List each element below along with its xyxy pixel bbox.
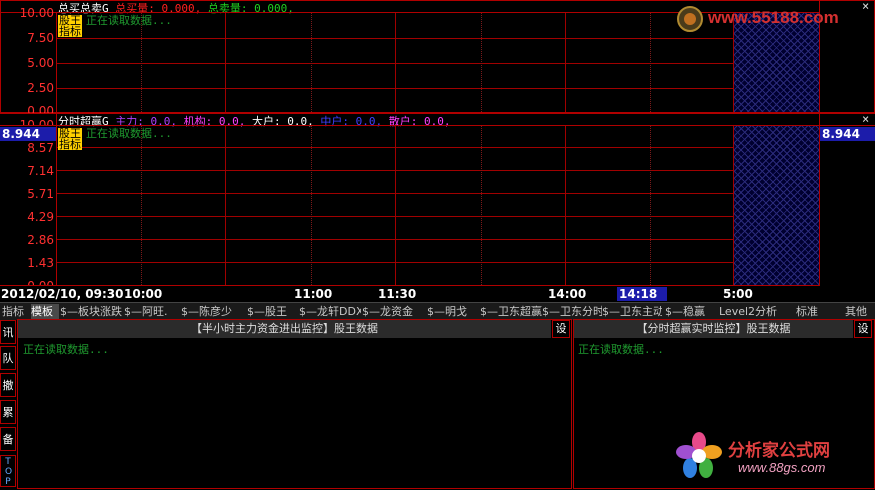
tab-sector[interactable]: $—板块涨跌 [60, 304, 122, 319]
side-button-news[interactable]: 讯 [0, 320, 16, 344]
tab-awang[interactable]: $—阿旺. [124, 304, 178, 319]
mid-price-right: 8.944 [820, 127, 875, 141]
tag-line: 指标 [59, 138, 81, 151]
tab-other[interactable]: 其他 [845, 304, 873, 319]
tab-weidong-active[interactable]: $—卫东主动 [602, 304, 662, 319]
time-tick: 11:00 [294, 287, 333, 301]
mid-panel-close-icon[interactable]: × [862, 112, 869, 126]
site-name-88gs: 分析家公式网 [728, 441, 830, 461]
globe-icon [677, 6, 703, 32]
tag-line: 指标 [59, 25, 81, 38]
metric-mid-holder: 中户: 0.0, [320, 115, 383, 128]
tab-weidong-super[interactable]: $—卫东超赢 [480, 304, 542, 319]
tab-wenying[interactable]: $—稳赢 [665, 304, 715, 319]
site-logo-88gs: 分析家公式网 www.88gs.com [676, 432, 871, 480]
time-tick: 10:00 [124, 287, 163, 301]
mid-y-label: 7.14 [27, 164, 54, 178]
top-y-label: 2.50 [27, 81, 54, 95]
right-bottom-settings-button[interactable]: 设 [854, 320, 872, 338]
tab-longxuan-ddx[interactable]: $—龙轩DDX [299, 304, 361, 319]
left-bottom-title: 【半小时主力资金进出监控】股王数据 [18, 320, 551, 338]
metric-big-holder: 大户: 0.0, [252, 115, 314, 128]
site-logo-55188: www.55188.com [676, 5, 866, 33]
mid-y-label: 1.43 [27, 256, 54, 270]
side-button-cumulative[interactable]: 累 [0, 400, 16, 424]
indicator-tab-bar: 指标 模板 $—板块涨跌 $—阿旺. $—陈彦少 $—股王 $—龙轩DDX $—… [0, 302, 875, 320]
tab-level2[interactable]: Level2分析 [719, 304, 783, 319]
site-url-55188: www.55188.com [708, 8, 839, 27]
top-panel-close-icon[interactable]: × [862, 0, 869, 13]
time-tick: 14:00 [548, 287, 587, 301]
mid-y-label: 8.57 [27, 141, 54, 155]
tab-template[interactable]: 模板 [31, 304, 59, 319]
time-axis-date: 2012/02/10, 09:30 [1, 287, 124, 301]
tab-weidong-intraday[interactable]: $—卫东分时 [542, 304, 602, 319]
side-button-backup[interactable]: 备 [0, 427, 16, 451]
time-tick: 11:30 [378, 287, 417, 301]
right-bottom-loading: 正在读取数据... [578, 343, 664, 356]
right-bottom-title: 【分时超赢实时监控】股王数据 [574, 320, 853, 338]
top-y-label: 7.50 [27, 31, 54, 45]
mid-y-label: 4.29 [27, 210, 54, 224]
mid-loading-text: 正在读取数据... [86, 127, 172, 140]
time-tick: 5:00 [723, 287, 753, 301]
mid-y-label: 10.00 [19, 118, 54, 125]
mid-indicator-tag: 股王 指标 [58, 128, 82, 150]
tab-long-funds[interactable]: $—龙资金 [362, 304, 420, 319]
metric-retail: 散户: 0.0, [388, 115, 451, 128]
mid-y-label: 2.86 [27, 233, 54, 247]
mid-price-left: 8.944 [0, 127, 56, 141]
site-url-88gs: www.88gs.com [738, 460, 826, 475]
side-button-top[interactable]: TOP [0, 455, 16, 487]
mid-future-area [734, 126, 819, 285]
tab-chen[interactable]: $—陈彦少 [181, 304, 239, 319]
mid-y-label: 5.71 [27, 187, 54, 201]
metric-institution: 机构: 0.0, [183, 115, 246, 128]
total-sell-volume: 总卖量: 0.000, [207, 2, 294, 15]
side-button-queue[interactable]: 队 [0, 346, 16, 370]
side-button-cancel[interactable]: 撤 [0, 373, 16, 397]
top-y-label: 5.00 [27, 56, 54, 70]
left-bottom-settings-button[interactable]: 设 [552, 320, 570, 338]
tab-mingge[interactable]: $—明戈 [427, 304, 475, 319]
flower-logo-icon [676, 432, 722, 478]
tab-indicator[interactable]: 指标 [2, 304, 30, 319]
tab-standard[interactable]: 标准 [796, 304, 824, 319]
top-indicator-tag: 股王 指标 [58, 15, 82, 37]
top-loading-text: 正在读取数据... [86, 14, 172, 27]
top-y-label: 10.00 [19, 6, 54, 20]
tab-guwang[interactable]: $—股王 [247, 304, 297, 319]
left-bottom-loading: 正在读取数据... [23, 343, 109, 356]
time-cursor-label: 14:18 [617, 287, 667, 301]
top-y-label: 0.00 [27, 104, 54, 113]
